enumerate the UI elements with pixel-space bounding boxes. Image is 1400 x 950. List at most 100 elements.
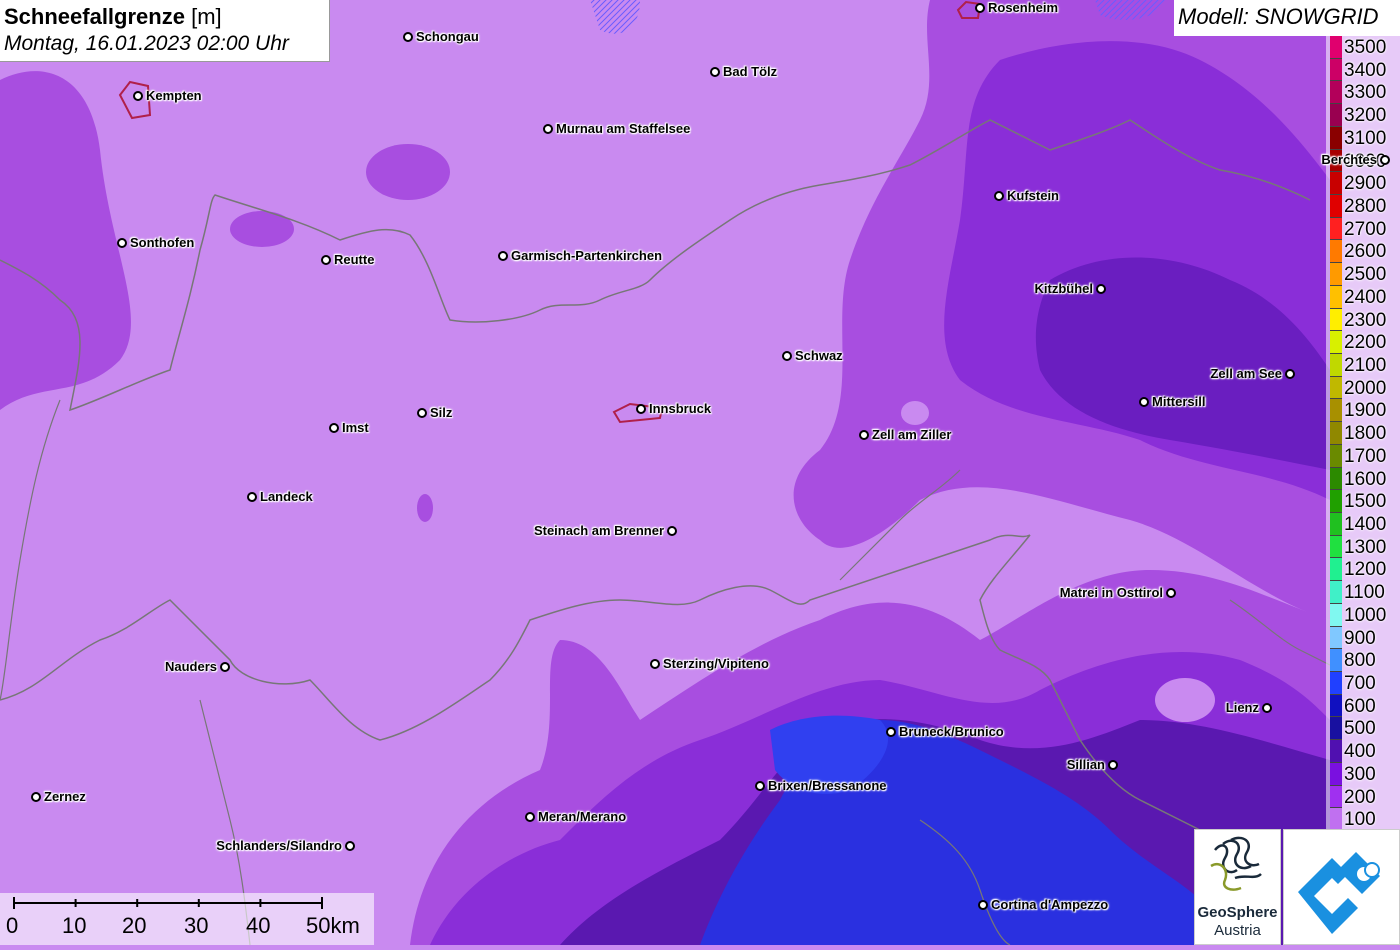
legend-label: 2300: [1344, 309, 1387, 331]
city-marker: [1166, 588, 1176, 598]
scale-tick-label: 20: [122, 913, 147, 938]
legend-row: 2400: [1328, 285, 1400, 309]
map-datetime: Montag, 16.01.2023 02:00 Uhr: [4, 32, 289, 55]
city-label: Garmisch-Partenkirchen: [511, 248, 663, 263]
city-label: Reutte: [334, 252, 375, 267]
legend-row: 2200: [1328, 331, 1400, 354]
legend-swatch: [1330, 467, 1342, 491]
city-label: Brixen/Bressanone: [768, 778, 887, 793]
city-marker: [1380, 155, 1390, 165]
legend-row: 800: [1328, 649, 1400, 672]
city-marker: [710, 67, 720, 77]
legend-label: 2100: [1344, 355, 1387, 376]
legend-swatch: [1330, 762, 1342, 786]
legend-label: 2600: [1344, 241, 1387, 263]
legend-row: 2800: [1328, 195, 1400, 218]
legend-label: 2500: [1344, 264, 1387, 286]
legend-label: 800: [1344, 650, 1376, 672]
city-label: Innsbruck: [649, 401, 712, 416]
legend-row: 200: [1328, 785, 1400, 809]
city-label: Sterzing/Vipiteno: [663, 656, 769, 671]
legend-row: 1100: [1328, 581, 1400, 604]
legend-label: 1500: [1344, 491, 1387, 513]
legend-label: 2200: [1344, 332, 1387, 354]
legend-swatch: [1330, 399, 1342, 423]
city-marker: [994, 191, 1004, 201]
legend-row: 700: [1328, 672, 1400, 695]
city-label: Imst: [342, 420, 369, 435]
city-marker: [345, 841, 355, 851]
legend-swatch: [1330, 263, 1342, 286]
city-label: Lienz: [1225, 700, 1259, 715]
legend-row: 1700: [1328, 444, 1400, 468]
legend-label: 900: [1344, 627, 1376, 649]
city-marker: [1096, 284, 1106, 294]
legend-label: 1300: [1344, 536, 1387, 558]
city-marker: [498, 251, 508, 261]
city-label: Silz: [430, 405, 453, 420]
city-marker: [859, 430, 869, 440]
legend-swatch: [1330, 626, 1342, 650]
legend-swatch: [1330, 195, 1342, 218]
legend-label: 2900: [1344, 173, 1387, 195]
legend-label: 2800: [1344, 196, 1387, 217]
legend-swatch: [1330, 354, 1342, 377]
city-marker: [247, 492, 257, 502]
geosphere-logo: GeoSphere Austria: [1194, 829, 1281, 945]
legend-swatch: [1330, 285, 1342, 309]
legend-swatch: [1330, 126, 1342, 150]
map-title-box: Schneefallgrenze [m] Montag, 16.01.2023 …: [0, 0, 330, 62]
legend-label: 400: [1344, 741, 1376, 763]
city-marker: [1285, 369, 1295, 379]
city-label: Sillian: [1066, 757, 1105, 772]
legend-label: 1700: [1344, 445, 1387, 467]
city-label: Meran/Merano: [538, 809, 627, 824]
city-marker: [220, 662, 230, 672]
city-marker: [1139, 397, 1149, 407]
legend-row: 1300: [1328, 535, 1400, 559]
legend-row: 2100: [1328, 354, 1400, 377]
legend-label: 500: [1344, 718, 1376, 740]
city-marker: [978, 900, 988, 910]
city-marker: [975, 3, 985, 13]
legend-swatch: [1330, 422, 1342, 445]
city-label: Landeck: [260, 489, 313, 504]
city-marker: [755, 781, 765, 791]
city-label: Mittersill: [1152, 394, 1206, 409]
legend-row: 2500: [1328, 263, 1400, 286]
city-label: Bruneck/Brunico: [899, 724, 1004, 739]
map-parameter: Schneefallgrenze: [4, 4, 185, 29]
legend-label: 300: [1344, 763, 1376, 785]
legend-label: 1200: [1344, 559, 1387, 581]
legend-label: 3500: [1344, 37, 1387, 58]
snow-cloud-logo-icon: [1298, 852, 1380, 934]
legend-swatch: [1330, 36, 1342, 59]
scale-tick-label: 10: [62, 913, 87, 938]
city-label: Schlanders/Silandro: [216, 838, 342, 853]
city-marker: [403, 32, 413, 42]
legend-label: 3300: [1344, 82, 1387, 104]
legend-swatch: [1330, 308, 1342, 332]
legend-row: 100: [1328, 808, 1400, 831]
city-label: Schwaz: [795, 348, 843, 363]
legend-row: 3400: [1328, 58, 1400, 82]
legend-label: 100: [1344, 809, 1376, 831]
city-label: Nauders: [164, 659, 217, 674]
city-label: Sonthofen: [130, 235, 195, 250]
city-label: Zernez: [44, 789, 86, 804]
legend-row: 1500: [1328, 490, 1400, 513]
legend-row: 1900: [1328, 399, 1400, 423]
legend-swatch: [1330, 104, 1342, 127]
snowfall-limit-map: [0, 0, 1400, 945]
city-label: Zell am See: [1210, 366, 1282, 381]
legend-swatch: [1330, 81, 1342, 105]
city-marker: [117, 238, 127, 248]
city-marker: [1108, 760, 1118, 770]
legend-swatch: [1330, 444, 1342, 468]
city-marker: [417, 408, 427, 418]
legend-swatch: [1330, 331, 1342, 354]
legend-swatch: [1330, 694, 1342, 718]
legend-swatch: [1330, 240, 1342, 264]
legend-row: 2600: [1328, 240, 1400, 264]
legend-row: 1800: [1328, 422, 1400, 445]
